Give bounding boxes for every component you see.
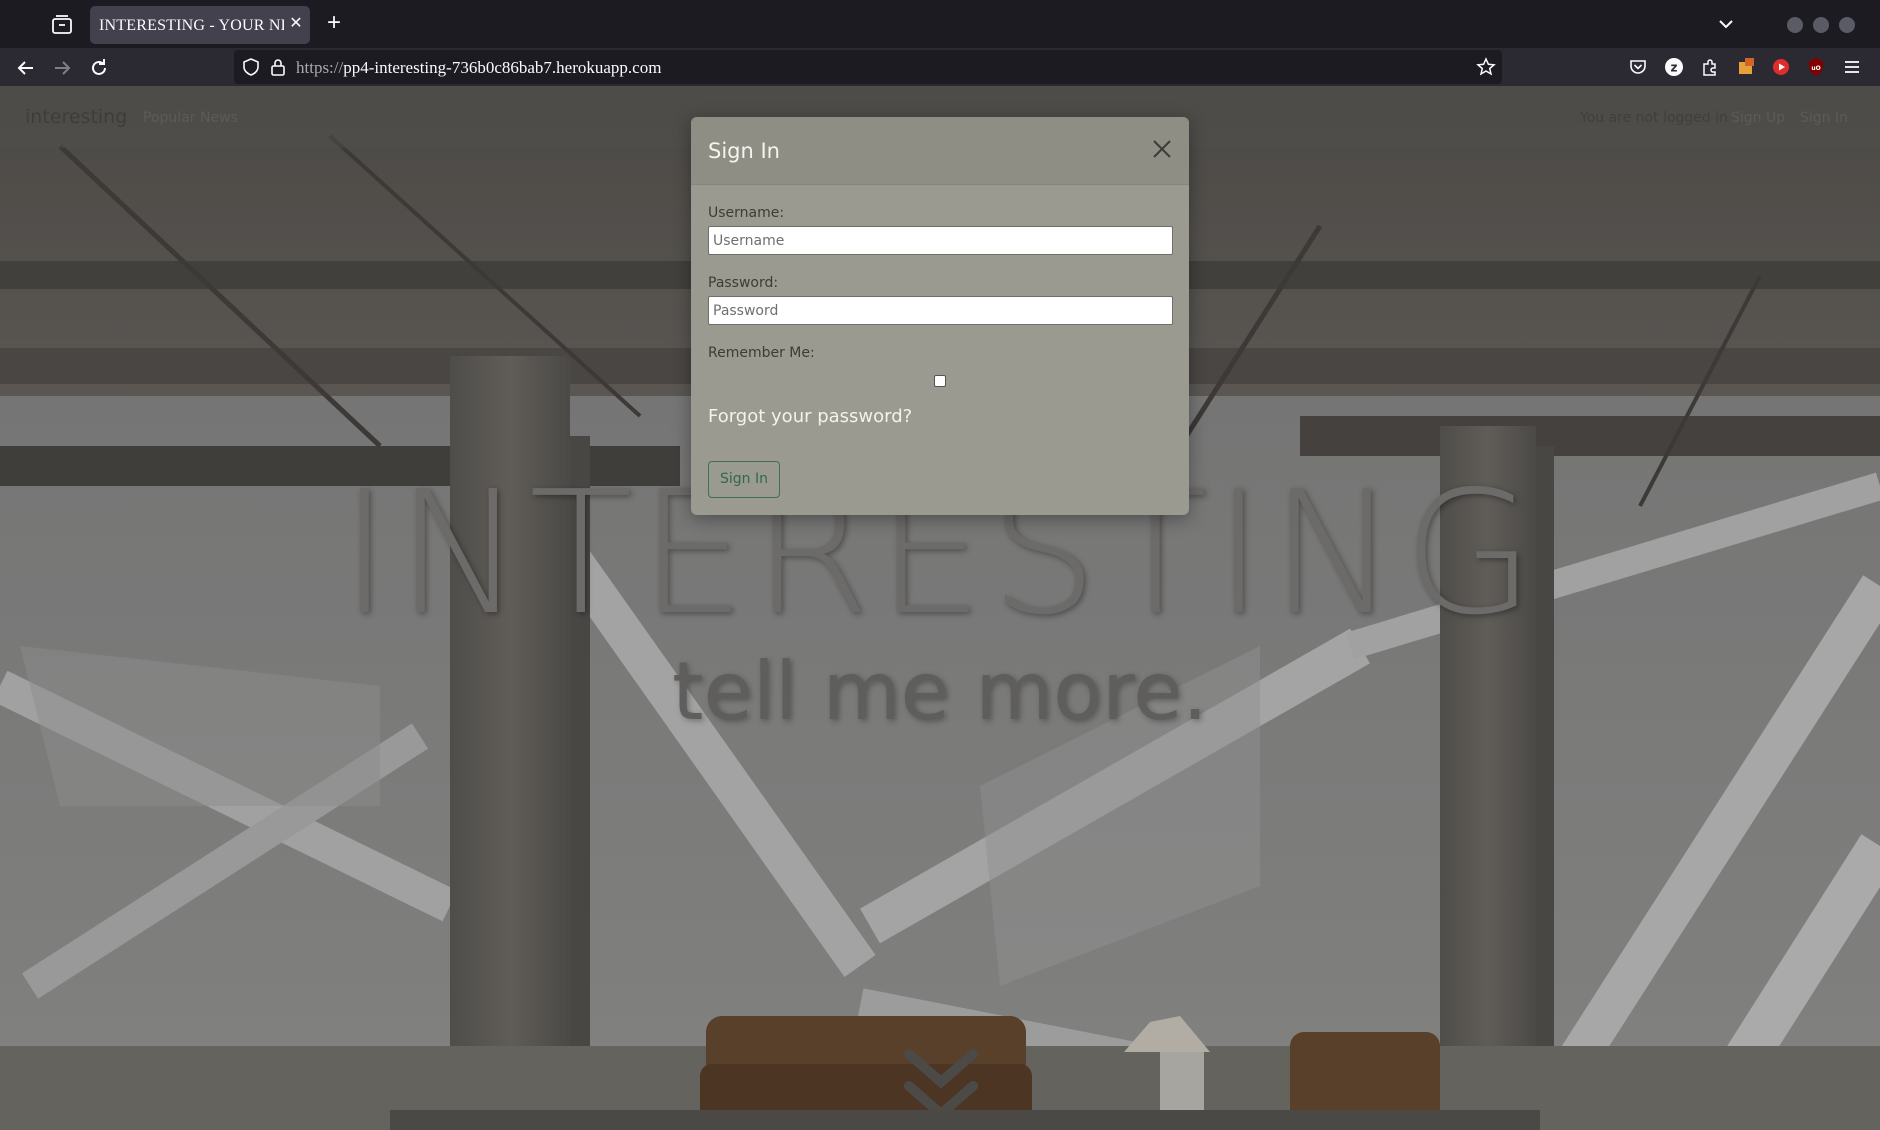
remember-me-label: Remember Me: <box>708 345 815 361</box>
sign-in-modal: Sign In Username: Password: Remember Me:… <box>691 117 1189 515</box>
nav-sign-up-link[interactable]: Sign Up <box>1731 110 1785 126</box>
sign-in-submit-button[interactable]: Sign In <box>708 461 780 498</box>
browser-tab[interactable]: INTERESTING - YOUR NEWS ✕ <box>90 6 310 44</box>
close-icon[interactable] <box>1151 138 1173 160</box>
password-input[interactable] <box>708 296 1173 325</box>
url-text[interactable]: https://pp4-interesting-736b0c86bab7.her… <box>296 58 661 78</box>
modal-header: Sign In <box>691 117 1189 185</box>
login-status-text: You are not logged in <box>1580 110 1728 126</box>
zotero-extension-icon[interactable]: z <box>1664 57 1684 77</box>
nav-sign-in-link[interactable]: Sign In <box>1800 110 1848 126</box>
url-host: pp4-interesting-736b0c86bab7.herokuapp.c… <box>343 58 662 77</box>
username-input[interactable] <box>708 226 1173 255</box>
lock-icon[interactable] <box>270 58 286 76</box>
extension-badge-icon[interactable] <box>1736 57 1756 77</box>
tab-list-chevron-icon[interactable] <box>1716 14 1736 34</box>
password-label: Password: <box>708 275 779 291</box>
svg-text:z: z <box>1671 61 1678 75</box>
window-minimize-button[interactable] <box>1787 17 1803 33</box>
forgot-password-link[interactable]: Forgot your password? <box>708 406 912 427</box>
tracking-protection-shield-icon[interactable] <box>242 58 260 76</box>
window-close-button[interactable] <box>1839 17 1855 33</box>
site-brand-link[interactable]: interesting <box>25 106 127 128</box>
tab-strip: INTERESTING - YOUR NEWS ✕ + <box>0 0 1880 48</box>
extensions-puzzle-icon[interactable] <box>1700 57 1720 77</box>
hero-subtitle: tell me more. <box>672 645 1208 738</box>
forward-arrow-icon[interactable] <box>50 56 74 80</box>
page-viewport: interesting Popular News You are not log… <box>0 86 1880 1130</box>
username-label: Username: <box>708 205 785 221</box>
bookmark-star-icon[interactable] <box>1476 57 1496 77</box>
address-bar[interactable]: https://pp4-interesting-736b0c86bab7.her… <box>234 50 1502 84</box>
ublock-origin-icon[interactable]: uO <box>1806 57 1826 77</box>
nav-popular-news-link[interactable]: Popular News <box>143 110 238 126</box>
tab-close-icon[interactable]: ✕ <box>286 14 306 34</box>
window-maximize-button[interactable] <box>1813 17 1829 33</box>
navigation-toolbar: https://pp4-interesting-736b0c86bab7.her… <box>0 48 1880 86</box>
pocket-icon[interactable] <box>1628 57 1648 77</box>
url-scheme: https:// <box>296 58 344 77</box>
tab-overview-icon[interactable] <box>50 14 74 36</box>
remember-me-checkbox[interactable] <box>934 375 946 387</box>
section-divider <box>390 1110 1540 1130</box>
svg-text:uO: uO <box>1811 65 1820 72</box>
tab-title: INTERESTING - YOUR NEWS <box>99 17 284 34</box>
reload-icon[interactable] <box>87 56 111 80</box>
new-tab-button[interactable]: + <box>322 11 346 36</box>
menu-hamburger-icon[interactable] <box>1842 57 1862 77</box>
modal-title: Sign In <box>708 139 780 163</box>
youtube-extension-icon[interactable] <box>1771 57 1791 77</box>
back-arrow-icon[interactable] <box>14 56 38 80</box>
